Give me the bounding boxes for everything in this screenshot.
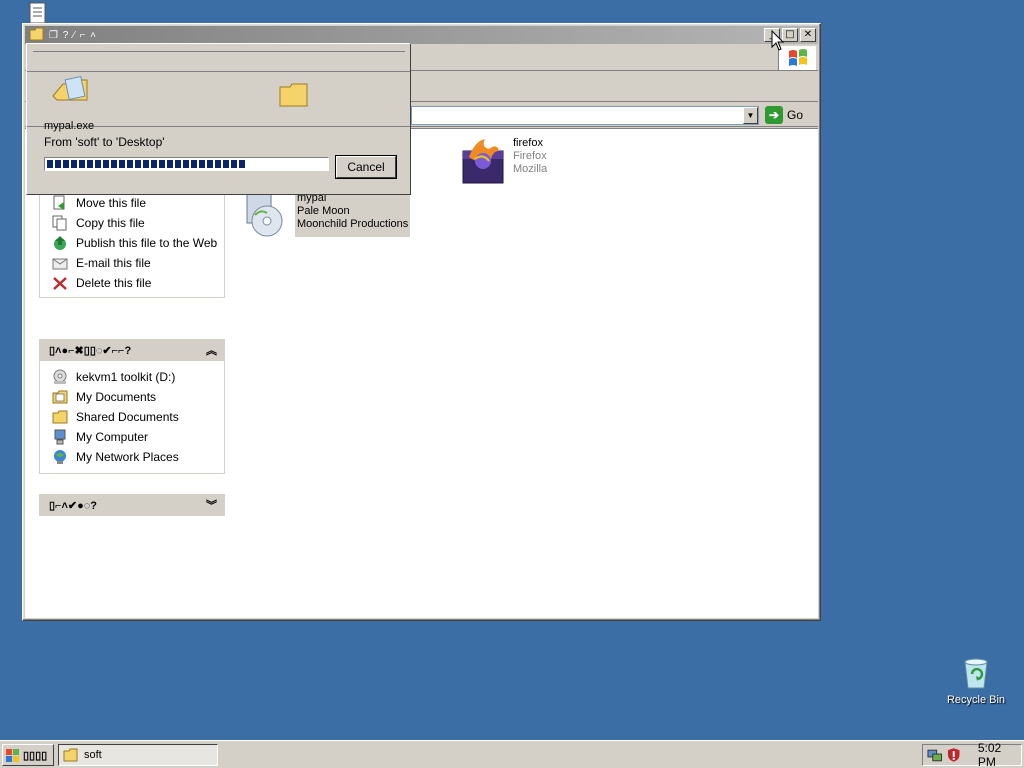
title-bar[interactable]: ❐ ? ⁄ ⌐ ˄ _ □ ✕ — [25, 26, 818, 44]
place-my-computer[interactable]: My Computer — [52, 427, 224, 447]
task-move-file[interactable]: Move this file — [52, 193, 224, 213]
dialog-from-to: From 'soft' to 'Desktop' — [44, 135, 165, 149]
folder-icon — [52, 410, 68, 424]
copy-progress-dialog: mypal.exe From 'soft' to 'Desktop' Cance… — [26, 43, 411, 195]
place-label: My Documents — [76, 390, 157, 404]
details-title: ▯⌐˄✔●◌? — [49, 499, 98, 512]
task-label: Publish this file to the Web — [76, 236, 218, 250]
destination-folder-icon — [279, 83, 308, 107]
file-tasks-list: Move this file Copy this file Publish th… — [39, 183, 225, 298]
mouse-cursor-icon — [771, 30, 785, 51]
email-icon — [52, 258, 68, 270]
copy-progress-bar — [44, 157, 329, 171]
taskbar-window-soft[interactable]: soft — [58, 744, 218, 766]
expand-chevron-icon[interactable]: ︾ — [206, 497, 217, 513]
move-icon — [53, 195, 65, 210]
drive-icon — [53, 369, 67, 384]
place-drive-d[interactable]: kekvm1 toolkit (D:) — [52, 367, 224, 387]
content-area: Move this file Copy this file Publish th… — [25, 128, 818, 618]
folder-icon — [63, 748, 78, 762]
network-icon — [54, 450, 66, 464]
place-label: kekvm1 toolkit (D:) — [76, 370, 176, 384]
place-label: My Computer — [76, 430, 149, 444]
delete-icon — [53, 277, 67, 290]
copy-icon — [52, 215, 67, 231]
copy-animation — [27, 71, 410, 127]
other-places-header[interactable]: ▯˄●⌐✖▯▯◌✔⌐⌐? ︽ — [39, 339, 225, 361]
windows-flag-icon — [6, 748, 19, 762]
task-publish-file[interactable]: Publish this file to the Web — [52, 233, 224, 253]
recycle-bin-label: Recycle Bin — [946, 694, 1006, 706]
system-tray: 5:02 PM — [922, 741, 1022, 768]
go-arrow-icon: ➔ — [765, 106, 783, 124]
address-dropdown-button[interactable]: ▼ — [743, 107, 758, 124]
place-my-documents[interactable]: My Documents — [52, 387, 224, 407]
address-input[interactable]: ▼ — [411, 106, 759, 125]
taskbar-window-label: soft — [84, 749, 102, 761]
computer-icon — [54, 429, 66, 445]
place-shared-documents[interactable]: Shared Documents — [52, 407, 224, 427]
other-places-panel: ▯˄●⌐✖▯▯◌✔⌐⌐? ︽ kekvm1 toolkit (D:) My Do… — [39, 339, 225, 474]
task-label: Move this file — [76, 196, 147, 210]
file-tasks-panel: Move this file Copy this file Publish th… — [39, 183, 225, 298]
recycle-bin-icon — [964, 658, 988, 689]
taskbar: ▯▯▯▯ soft 5:02 PM — [0, 740, 1024, 768]
file-firefox[interactable]: firefox Firefox Mozilla — [461, 137, 547, 185]
file-name: firefox — [513, 137, 543, 149]
task-label: E-mail this file — [76, 256, 151, 270]
window-title: ❐ ? ⁄ ⌐ ˄ — [49, 29, 97, 41]
file-company: Moonchild Productions — [297, 218, 409, 230]
task-copy-file[interactable]: Copy this file — [52, 213, 224, 233]
place-my-network[interactable]: My Network Places — [52, 447, 224, 467]
firefox-installer-icon — [462, 139, 504, 184]
clock[interactable]: 5:02 PM — [978, 741, 1021, 768]
file-mypal[interactable]: mypal Pale Moon Moonchild Productions — [241, 191, 411, 237]
cancel-button[interactable]: Cancel — [336, 156, 396, 178]
publish-icon — [54, 236, 66, 250]
installer-cd-icon — [246, 192, 283, 237]
collapse-chevron-icon[interactable]: ︽ — [206, 342, 217, 358]
other-places-list: kekvm1 toolkit (D:) My Documents Shared … — [39, 361, 225, 474]
task-label: Copy this file — [76, 216, 145, 230]
documents-icon — [52, 390, 68, 404]
dialog-title-remnant — [33, 46, 405, 52]
place-label: Shared Documents — [76, 410, 179, 424]
recycle-bin[interactable]: Recycle Bin — [944, 656, 1008, 706]
file-description: Pale Moon — [297, 205, 350, 217]
place-label: My Network Places — [76, 450, 179, 464]
details-panel: ▯⌐˄✔●◌? ︾ — [39, 494, 225, 516]
flying-paper-icon — [52, 76, 88, 101]
close-button[interactable]: ✕ — [800, 28, 816, 42]
folder-icon — [29, 27, 45, 44]
start-label: ▯▯▯▯ — [23, 749, 48, 762]
progress-fill — [47, 160, 246, 168]
start-button[interactable]: ▯▯▯▯ — [2, 744, 54, 766]
security-shield-icon[interactable] — [946, 747, 961, 763]
task-delete-file[interactable]: Delete this file — [52, 273, 224, 293]
details-header[interactable]: ▯⌐˄✔●◌? ︾ — [39, 494, 225, 516]
dialog-filename: mypal.exe — [44, 120, 95, 132]
network-tray-icon[interactable] — [927, 747, 942, 763]
go-label: Go — [787, 108, 804, 122]
other-places-title: ▯˄●⌐✖▯▯◌✔⌐⌐? — [49, 344, 132, 357]
task-label: Delete this file — [76, 276, 152, 290]
file-company: Mozilla — [513, 163, 548, 175]
file-description: Firefox — [513, 150, 547, 162]
task-email-file[interactable]: E-mail this file — [52, 253, 224, 273]
go-button[interactable]: ➔ Go — [765, 106, 803, 124]
